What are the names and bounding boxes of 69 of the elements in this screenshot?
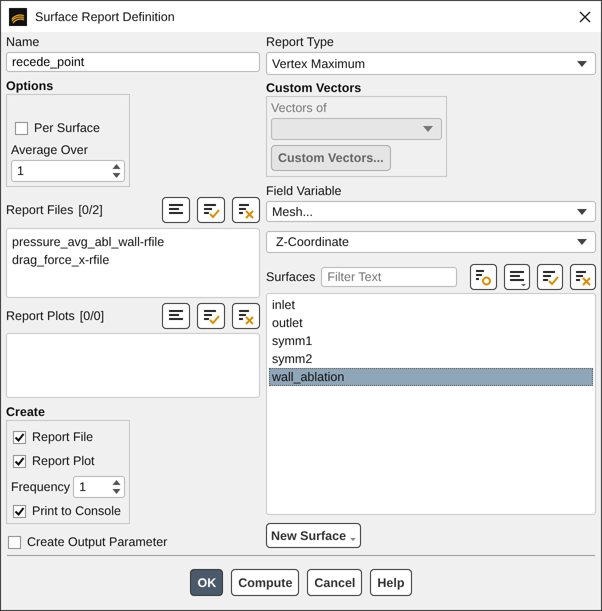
checkbox[interactable]	[15, 122, 28, 134]
dropdown[interactable]: Vertex Maximum	[266, 52, 596, 75]
clear-button[interactable]	[232, 303, 260, 329]
list-label: Surfaces	[266, 269, 316, 285]
caret-icon	[350, 538, 356, 541]
name-field[interactable]: recede_point	[6, 52, 260, 72]
dialog-button[interactable]: OK	[190, 569, 224, 596]
file-list[interactable]: pressure_avg_abl_wall-rfile drag_force_x-rfile	[6, 228, 260, 298]
caret-icon	[577, 239, 587, 245]
caret-icon	[577, 60, 587, 66]
caret-icon	[577, 208, 587, 214]
check-icon	[14, 432, 25, 442]
surface-list[interactable]: inlet outlet symm1 symm2 wall_ablation	[266, 293, 596, 515]
count-label: [0/0]	[80, 308, 104, 324]
checkbox-label: Print to Console	[32, 503, 121, 519]
check-button[interactable]	[197, 303, 225, 329]
check-button[interactable]	[536, 264, 563, 290]
close-button[interactable]	[579, 10, 591, 22]
check-icon	[14, 506, 25, 516]
dropdown[interactable]: Mesh...	[266, 201, 596, 222]
spin-field[interactable]: 1	[11, 160, 125, 182]
list-item[interactable]: drag_force_x-rfile	[9, 251, 257, 269]
clear-button[interactable]	[570, 264, 596, 290]
app-logo-icon	[9, 8, 27, 26]
checkbox-label: Per Surface	[34, 120, 100, 136]
dialog-button[interactable]: Compute	[231, 569, 300, 596]
dropdown[interactable]: Z-Coordinate	[266, 231, 596, 253]
caret-icon	[423, 126, 433, 132]
select-all-button[interactable]	[162, 303, 190, 329]
spin-arrows-icon	[112, 163, 121, 179]
filter-field[interactable]: Filter Text	[321, 267, 458, 287]
field-label: Frequency	[11, 479, 70, 495]
list-item[interactable]: symm1	[269, 332, 593, 350]
list-label: Report Files	[6, 202, 74, 218]
field-label: Average Over	[11, 142, 89, 158]
dialog-button[interactable]: Help	[370, 569, 412, 596]
spin-arrows-icon	[112, 479, 121, 495]
checkbox-label: Report Plot	[32, 453, 95, 469]
sort-button[interactable]	[504, 264, 530, 290]
checkbox[interactable]	[8, 536, 21, 548]
spin-field[interactable]: 1	[73, 476, 125, 498]
checkbox-label: Create Output Parameter	[27, 534, 168, 550]
clear-button[interactable]	[232, 197, 260, 223]
check-button[interactable]	[197, 197, 225, 223]
section-title: Create	[6, 404, 46, 420]
count-label: [0/2]	[78, 202, 103, 218]
checkbox-label: Report File	[32, 429, 94, 445]
section-title: Options	[6, 78, 54, 94]
window-title: Surface Report Definition	[35, 10, 176, 24]
close-icon	[579, 10, 591, 22]
field-label: Name	[6, 34, 40, 50]
field-label: Vectors of	[271, 100, 328, 116]
checkbox[interactable]	[13, 454, 26, 468]
list-item[interactable]: wall_ablation	[269, 368, 593, 386]
list-item[interactable]: inlet	[269, 296, 593, 314]
field-label: Report Type	[266, 34, 335, 50]
list-item[interactable]: outlet	[269, 314, 593, 332]
list-item[interactable]: symm2	[269, 350, 593, 368]
checkbox[interactable]	[13, 430, 26, 444]
list-label: Report Plots	[6, 308, 75, 324]
new-surface-button[interactable]: New Surface	[266, 523, 362, 548]
list-item[interactable]: pressure_avg_abl_wall-rfile	[9, 233, 257, 251]
checkbox[interactable]	[13, 504, 26, 518]
highlight-button[interactable]	[470, 264, 496, 290]
dialog-button[interactable]: Cancel	[307, 569, 362, 596]
field-label: Field Variable	[266, 183, 343, 199]
select-all-button[interactable]	[162, 197, 190, 223]
check-icon	[14, 456, 25, 466]
section-title: Custom Vectors	[266, 80, 362, 96]
